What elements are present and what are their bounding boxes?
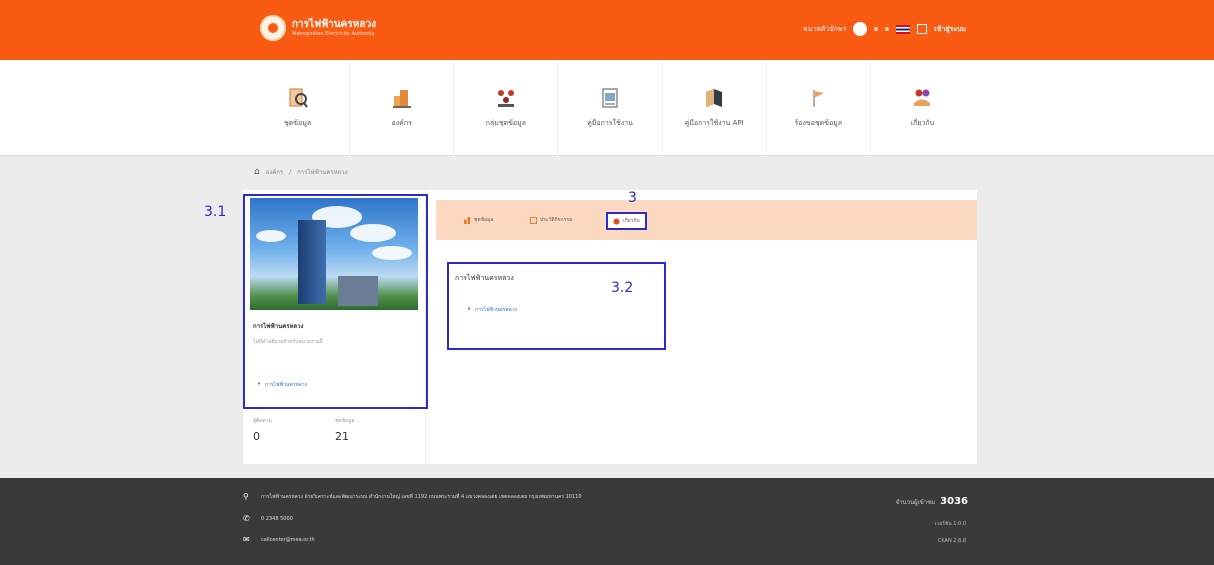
nav-label: กลุ่มชุดข้อมูล <box>485 119 527 127</box>
login-link[interactable]: เข้าสู่ระบบ <box>934 24 966 35</box>
followers-stat: ผู้ติดตาม 0 <box>253 417 272 443</box>
breadcrumb-separator: / <box>289 168 292 176</box>
footer-phone-row: ✆ 0 2348 5000 <box>243 514 293 523</box>
menu-grid-icon[interactable] <box>917 24 928 34</box>
visit-counter: จำนวนผู้เข้าชม 3036 <box>896 496 968 507</box>
tab-activity[interactable]: ประวัติกิจกรรม <box>530 216 572 224</box>
about-content: การไฟฟ้านครหลวง การไฟฟ้านครหลวง <box>447 262 666 350</box>
about-title: การไฟฟ้านครหลวง <box>455 274 514 282</box>
main-nav: ชุดข้อมูล องค์กร กลุ่มชุดข้อมูล คู่มือกา… <box>0 60 1214 156</box>
mea-logo-icon <box>260 15 286 41</box>
nav-label: คู่มือการใช้งาน <box>587 119 633 127</box>
activity-tab-icon <box>530 216 537 224</box>
request-icon <box>807 87 829 109</box>
font-size-label: ขนาดตัวอักษร <box>802 24 847 33</box>
thai-flag-icon[interactable] <box>896 24 911 34</box>
stat-value: 21 <box>335 430 349 443</box>
font-size-dot[interactable] <box>874 27 879 31</box>
datasets-stat: ชุดข้อมูล 21 <box>335 417 354 443</box>
font-size-toggle[interactable] <box>853 22 868 36</box>
footer-ckan-version: CKAN 2.8.8 <box>937 538 966 544</box>
tab-datasets[interactable]: ชุดข้อมูล <box>464 216 493 224</box>
top-header: การไฟฟ้านครหลวง Metropolitan Electricity… <box>0 0 1214 60</box>
annotation-label-3-2: 3.2 <box>611 280 634 296</box>
nav-item-request[interactable]: ร้องขอชุดข้อมูล <box>767 60 871 156</box>
dataset-tab-icon <box>464 216 471 224</box>
footer-email-row: ✉ callcenter@mea.or.th <box>243 535 315 544</box>
annotation-label-3-1: 3.1 <box>204 204 227 220</box>
nav-item-about[interactable]: เกี่ยวกับ <box>871 60 974 156</box>
breadcrumb-item[interactable]: องค์กร <box>266 167 283 177</box>
nav-item-groups[interactable]: กลุ่มชุดข้อมูล <box>454 60 559 156</box>
api-manual-icon <box>703 87 725 109</box>
logo-subtitle: Metropolitan Electricity Authority <box>292 30 375 37</box>
footer-version: เวอร์ชัน 1.0.0 <box>934 521 966 527</box>
visits-label: จำนวนผู้เข้าชม <box>895 498 936 506</box>
nav-label: ชุดข้อมูล <box>283 119 312 127</box>
about-tab-icon <box>613 217 620 225</box>
annotation-box-3-1 <box>243 194 428 409</box>
nav-label: ร้องขอชุดข้อมูล <box>794 119 843 127</box>
footer-address: การไฟฟ้านครหลวง ฝ่ายวิเคราะห์และพัฒนาระบ… <box>261 493 582 500</box>
tab-label: ชุดข้อมูล <box>474 217 494 223</box>
visits-value: 3036 <box>940 496 968 507</box>
footer-phone: 0 2348 5000 <box>261 515 293 522</box>
dataset-icon <box>287 87 309 109</box>
tab-label: เกี่ยวกับ <box>623 218 640 224</box>
footer-address-row: ⚲ การไฟฟ้านครหลวง ฝ่ายวิเคราะห์และพัฒนาร… <box>243 492 582 501</box>
stat-label: ชุดข้อมูล <box>335 418 355 424</box>
group-icon <box>495 87 517 109</box>
nav-item-manual[interactable]: คู่มือการใช้งาน <box>558 60 663 156</box>
nav-item-api-manual[interactable]: คู่มือการใช้งาน API <box>663 60 767 156</box>
nav-label: คู่มือการใช้งาน API <box>684 119 744 127</box>
about-link[interactable]: การไฟฟ้านครหลวง <box>467 305 517 314</box>
home-icon[interactable]: ⌂ <box>254 167 260 177</box>
email-icon: ✉ <box>243 535 250 544</box>
nav-label: องค์กร <box>391 119 412 127</box>
stat-label: ผู้ติดตาม <box>253 418 272 424</box>
stat-value: 0 <box>253 430 260 443</box>
nav-label: เกี่ยวกับ <box>910 119 935 127</box>
phone-icon: ✆ <box>243 514 250 523</box>
nav-item-datasets[interactable]: ชุดข้อมูล <box>246 60 351 156</box>
about-icon <box>911 87 933 109</box>
header-tools: ขนาดตัวอักษร เข้าสู่ระบบ <box>803 22 966 36</box>
manual-icon <box>599 87 621 109</box>
annotation-label-3: 3 <box>628 190 637 206</box>
tab-label: ประวัติกิจกรรม <box>540 217 573 223</box>
font-size-dot[interactable] <box>885 27 890 31</box>
footer-email[interactable]: callcenter@mea.or.th <box>261 537 315 543</box>
logo-title: การไฟฟ้านครหลวง <box>292 18 376 30</box>
location-pin-icon: ⚲ <box>243 492 249 501</box>
nav-item-organizations[interactable]: องค์กร <box>350 60 455 156</box>
tab-about[interactable]: เกี่ยวกับ <box>606 212 647 230</box>
organization-icon <box>391 87 413 109</box>
breadcrumb-item[interactable]: การไฟฟ้านครหลวง <box>297 167 347 177</box>
site-logo[interactable]: การไฟฟ้านครหลวง Metropolitan Electricity… <box>260 15 376 41</box>
breadcrumb: ⌂ องค์กร / การไฟฟ้านครหลวง <box>254 167 348 177</box>
org-tabs: ชุดข้อมูล ประวัติกิจกรรม เกี่ยวกับ <box>436 200 977 240</box>
footer: ⚲ การไฟฟ้านครหลวง ฝ่ายวิเคราะห์และพัฒนาร… <box>0 478 1214 565</box>
